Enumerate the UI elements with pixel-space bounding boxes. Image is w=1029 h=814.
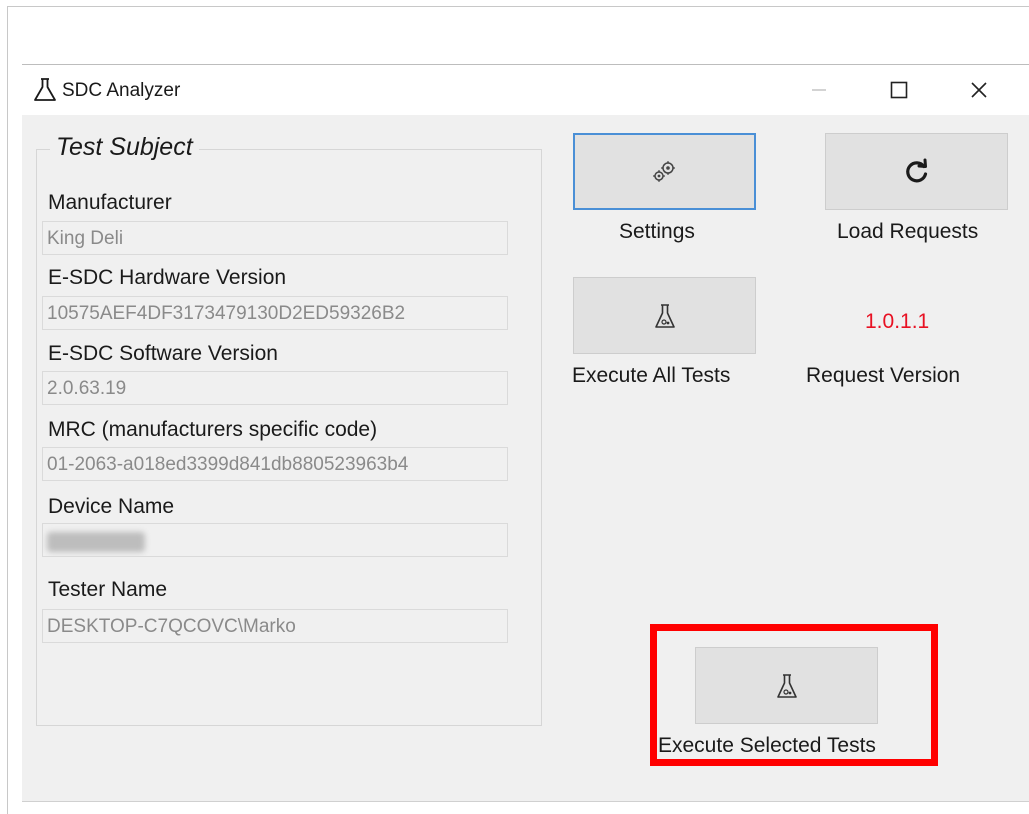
request-version-value: 1.0.1.1: [865, 310, 930, 333]
settings-caption: Settings: [619, 220, 695, 243]
request-version-label: Request Version: [806, 364, 961, 387]
execute-all-tests-caption: Execute All Tests: [572, 364, 731, 387]
software-version-field[interactable]: 2.0.63.19: [42, 371, 508, 405]
device-name-field[interactable]: [42, 523, 508, 557]
gears-icon: [652, 160, 675, 182]
manufacturer-label: Manufacturer: [48, 191, 172, 214]
tester-name-field[interactable]: DESKTOP-C7QCOVC\Marko: [42, 609, 508, 643]
close-icon: [971, 82, 987, 98]
title-bar[interactable]: SDC Analyzer: [22, 65, 1029, 115]
device-name-label: Device Name: [48, 495, 175, 518]
window-bottom-edge: [22, 801, 1029, 802]
window-title: SDC Analyzer: [62, 80, 181, 101]
settings-button[interactable]: [573, 133, 756, 210]
flask-icon: [34, 78, 56, 101]
hardware-version-label: E-SDC Hardware Version: [48, 266, 287, 289]
mrc-label: MRC (manufacturers specific code): [48, 418, 378, 441]
frame-top-border: [7, 6, 1029, 7]
close-button[interactable]: [950, 65, 1008, 115]
hardware-version-field[interactable]: 10575AEF4DF3173479130D2ED59326B2: [42, 296, 508, 330]
redacted-device-name: [47, 532, 145, 552]
maximize-icon: [890, 81, 908, 99]
tester-name-label: Tester Name: [48, 578, 168, 601]
manufacturer-field[interactable]: King Deli: [42, 221, 508, 255]
load-requests-button[interactable]: [825, 133, 1008, 210]
minimize-button[interactable]: [790, 65, 848, 115]
refresh-icon: [905, 158, 927, 182]
highlight-box: [650, 624, 938, 766]
test-subject-legend: Test Subject: [50, 133, 199, 162]
software-version-label: E-SDC Software Version: [48, 342, 278, 365]
maximize-button[interactable]: [870, 65, 928, 115]
flask-icon: [654, 303, 675, 328]
client-area: Test Subject Manufacturer King Deli E-SD…: [22, 115, 1029, 801]
execute-all-tests-button[interactable]: [573, 277, 756, 354]
load-requests-caption: Load Requests: [837, 220, 979, 243]
frame-left-border: [7, 6, 8, 814]
minimize-icon: [812, 89, 826, 91]
mrc-field[interactable]: 01-2063-a018ed3399d841db880523963b4: [42, 447, 508, 481]
